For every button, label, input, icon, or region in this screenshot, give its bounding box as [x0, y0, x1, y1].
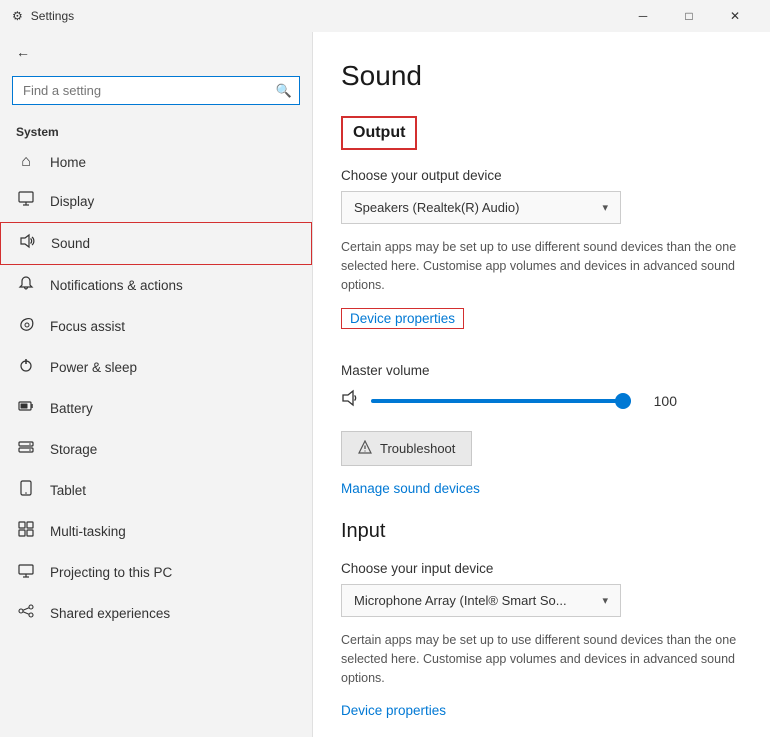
titlebar-left: ⚙ Settings	[12, 9, 74, 23]
sidebar-item-focus[interactable]: Focus assist	[0, 306, 312, 347]
titlebar: ⚙ Settings ─ □ ✕	[0, 0, 770, 32]
sidebar-item-label: Storage	[50, 442, 97, 457]
sidebar-item-shared[interactable]: Shared experiences	[0, 593, 312, 634]
minimize-button[interactable]: ─	[620, 0, 666, 32]
chevron-down-icon: ▾	[602, 201, 608, 214]
volume-icon	[341, 388, 361, 413]
input-device-value: Microphone Array (Intel® Smart So...	[354, 593, 567, 608]
titlebar-controls: ─ □ ✕	[620, 0, 758, 32]
sidebar-item-label: Notifications & actions	[50, 278, 183, 293]
display-icon	[16, 191, 36, 212]
sidebar-item-storage[interactable]: Storage	[0, 429, 312, 470]
app-body: ← 🔍 System ⌂ Home Display	[0, 32, 770, 737]
multitasking-icon	[16, 521, 36, 542]
sidebar-item-label: Focus assist	[50, 319, 125, 334]
sidebar-item-projecting[interactable]: Projecting to this PC	[0, 552, 312, 593]
input-section: Input Choose your input device Microphon…	[341, 520, 738, 737]
input-info-text: Certain apps may be set up to use differ…	[341, 631, 738, 687]
focus-icon	[16, 316, 36, 337]
sidebar-item-sound[interactable]: Sound	[0, 222, 312, 265]
maximize-button[interactable]: □	[666, 0, 712, 32]
input-device-properties-link[interactable]: Device properties	[341, 703, 446, 718]
titlebar-title: Settings	[31, 9, 74, 23]
volume-section: Master volume 100	[341, 363, 738, 413]
sidebar-item-home[interactable]: ⌂ Home	[0, 143, 312, 181]
tablet-icon	[16, 480, 36, 501]
input-device-dropdown[interactable]: Microphone Array (Intel® Smart So... ▾	[341, 584, 621, 617]
home-icon: ⌂	[16, 153, 36, 171]
output-info-text: Certain apps may be set up to use differ…	[341, 238, 738, 294]
device-properties-link[interactable]: Device properties	[341, 308, 464, 329]
projecting-icon	[16, 562, 36, 583]
output-section-header: Output	[341, 116, 417, 150]
sidebar-item-label: Multi-tasking	[50, 524, 126, 539]
sidebar-item-power[interactable]: Power & sleep	[0, 347, 312, 388]
chevron-down-icon: ▾	[602, 594, 608, 607]
output-section: Output Choose your output device Speaker…	[341, 116, 738, 520]
close-button[interactable]: ✕	[712, 0, 758, 32]
output-device-dropdown[interactable]: Speakers (Realtek(R) Audio) ▾	[341, 191, 621, 224]
battery-icon	[16, 398, 36, 419]
sidebar-item-label: Battery	[50, 401, 93, 416]
content-area: Sound Output Choose your output device S…	[312, 32, 770, 737]
manage-sound-devices-link[interactable]: Manage sound devices	[341, 481, 480, 496]
volume-label: Master volume	[341, 363, 738, 378]
output-device-label: Choose your output device	[341, 168, 738, 183]
troubleshoot-button[interactable]: Troubleshoot	[341, 431, 472, 466]
sidebar-item-label: Projecting to this PC	[50, 565, 172, 580]
shared-icon	[16, 603, 36, 624]
sidebar-item-label: Display	[50, 194, 94, 209]
settings-icon: ⚙	[12, 9, 23, 23]
sidebar-item-tablet[interactable]: Tablet	[0, 470, 312, 511]
warning-icon	[358, 440, 372, 457]
sidebar-item-label: Tablet	[50, 483, 86, 498]
sidebar-item-label: Power & sleep	[50, 360, 137, 375]
back-button[interactable]: ←	[0, 32, 312, 72]
sidebar-item-notifications[interactable]: Notifications & actions	[0, 265, 312, 306]
volume-slider[interactable]	[371, 399, 631, 403]
troubleshoot-label: Troubleshoot	[380, 441, 455, 456]
sidebar-item-label: Sound	[51, 236, 90, 251]
power-icon	[16, 357, 36, 378]
input-section-title: Input	[341, 520, 738, 543]
page-title: Sound	[341, 60, 738, 92]
sidebar-item-label: Shared experiences	[50, 606, 170, 621]
notifications-icon	[16, 275, 36, 296]
volume-row: 100	[341, 388, 738, 413]
sidebar-item-label: Home	[50, 155, 86, 170]
volume-value: 100	[641, 393, 677, 409]
sidebar-item-multitasking[interactable]: Multi-tasking	[0, 511, 312, 552]
sidebar-section-label: System	[0, 117, 312, 143]
output-device-value: Speakers (Realtek(R) Audio)	[354, 200, 519, 215]
sidebar-item-battery[interactable]: Battery	[0, 388, 312, 429]
sidebar-item-display[interactable]: Display	[0, 181, 312, 222]
input-device-label: Choose your input device	[341, 561, 738, 576]
search-icon: 🔍	[276, 83, 292, 99]
search-input[interactable]	[12, 76, 300, 105]
sidebar: ← 🔍 System ⌂ Home Display	[0, 32, 312, 737]
storage-icon	[16, 439, 36, 460]
sound-icon	[17, 233, 37, 254]
search-container: 🔍	[12, 76, 300, 105]
back-icon: ←	[16, 44, 30, 60]
